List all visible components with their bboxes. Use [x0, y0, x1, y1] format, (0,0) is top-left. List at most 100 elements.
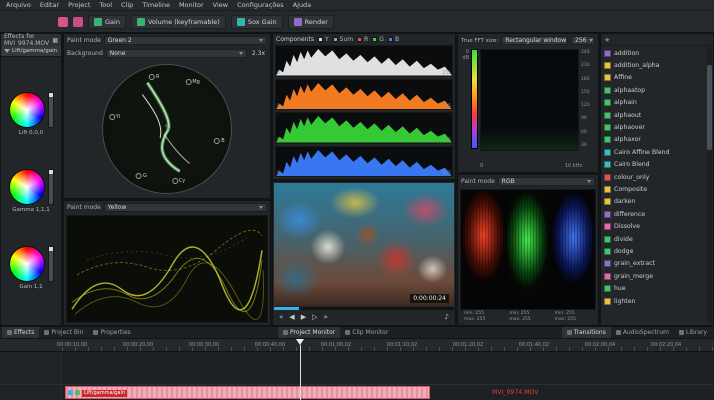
dock-tab[interactable]: Transitions [562, 327, 611, 338]
transition-item[interactable]: Cairo Affine Blend [601, 146, 713, 158]
fft-window-select[interactable]: Rectangular window [501, 36, 568, 45]
menu-item[interactable]: Monitor [179, 1, 204, 9]
parade-channel-minmax: min: 255 max: 255 [460, 311, 505, 323]
toolbar-button[interactable]: Sox Gain [231, 15, 283, 29]
paint-mode-select[interactable]: Green 2 [104, 36, 267, 45]
fft-size-select[interactable]: 256 [571, 36, 595, 45]
monitor-tabs: Project Monitor Clip Monitor [278, 327, 393, 338]
transition-label: alphaxor [614, 136, 641, 143]
transport-button[interactable]: ◀ [289, 314, 294, 321]
dock-tab[interactable]: Effects [2, 327, 39, 338]
color-wheel[interactable] [9, 246, 45, 282]
waveform-paint-mode-select[interactable]: Yellow [104, 203, 267, 212]
histogram-max-label: 255 [442, 71, 451, 76]
transition-label: Dissolve [614, 223, 640, 230]
toolbar-button-label: Render [305, 18, 328, 26]
transition-item[interactable]: alphain [601, 97, 713, 109]
monitor-tab-icon [345, 330, 350, 335]
menu-item[interactable]: Configurações [237, 1, 284, 9]
parade-paint-mode-select[interactable]: RGB [498, 177, 595, 186]
transition-item[interactable]: alphaatop [601, 84, 713, 96]
color-wheel[interactable] [9, 92, 45, 128]
transition-item[interactable]: Affine [601, 72, 713, 84]
transition-icon [604, 236, 611, 243]
timeline-ruler[interactable]: 00:00:10,0000:00:20,0000:00:30,0000:00:4… [0, 339, 714, 352]
playhead-line [300, 345, 301, 400]
playhead[interactable] [296, 339, 304, 400]
transition-item[interactable]: divide [601, 233, 713, 245]
toolbar-button[interactable]: Render [288, 15, 334, 29]
transition-label: hue [614, 285, 626, 292]
transition-label: alphaout [614, 112, 641, 119]
favorites-icon[interactable]: ★ [604, 36, 610, 44]
effect-title-bar[interactable]: Lift/gamma/gain [1, 46, 61, 57]
menu-item[interactable]: Editar [40, 1, 59, 9]
transition-item[interactable]: addition_alpha [601, 59, 713, 71]
menu-item[interactable]: Arquivo [6, 1, 31, 9]
menu-item[interactable]: Tool [99, 1, 112, 9]
transition-item[interactable]: Dissolve [601, 220, 713, 232]
channel-toggle[interactable]: Y [318, 36, 329, 43]
timeline-clip[interactable]: Lift/gamma/gain [65, 386, 430, 399]
dock-tab-label: Project Bin [51, 329, 83, 336]
transport-button[interactable]: ▷ [312, 314, 317, 321]
transition-icon [604, 136, 611, 143]
transition-item[interactable]: grain_merge [601, 270, 713, 282]
channel-toggle[interactable]: B [388, 36, 399, 43]
toolbar-button[interactable]: Gain [88, 15, 126, 29]
menu-item[interactable]: Timeline [142, 1, 170, 9]
channel-toggle[interactable]: Sum [333, 36, 353, 43]
transition-item[interactable]: Composite [601, 183, 713, 195]
parade-red-channel [461, 190, 506, 309]
channel-toggle[interactable]: R [357, 36, 368, 43]
scrollbar[interactable] [707, 47, 712, 323]
dock-tab-icon [616, 330, 621, 335]
transition-item[interactable]: alphaout [601, 109, 713, 121]
dock-tab[interactable]: AudioSpectrum [611, 327, 674, 338]
transition-item[interactable]: dodge [601, 245, 713, 257]
channel-toggle[interactable]: G [372, 36, 384, 43]
transition-item[interactable]: colour_only [601, 171, 713, 183]
histogram-row: 0 255 [275, 146, 453, 178]
transition-item[interactable]: alphaover [601, 121, 713, 133]
scrollbar-thumb[interactable] [707, 65, 712, 150]
histogram-max-label: 255 [442, 171, 451, 176]
monitor-tab[interactable]: Project Monitor [278, 327, 340, 338]
effect-shortcut-icon[interactable] [73, 17, 83, 27]
wheel-value-slider[interactable] [48, 246, 54, 282]
monitor-tab[interactable]: Clip Monitor [340, 327, 393, 338]
transition-label: grain_extract [614, 260, 655, 267]
effect-shortcut-icon[interactable] [58, 17, 68, 27]
transport-button[interactable]: ▶ [301, 314, 306, 321]
parade-max-label: max: 255 [464, 317, 505, 323]
wheel-value-slider[interactable] [48, 92, 54, 128]
transition-item[interactable]: addition [601, 47, 713, 59]
background-select[interactable]: None [106, 49, 247, 58]
transition-label: colour_only [614, 174, 649, 181]
menu-item[interactable]: View [213, 1, 228, 9]
color-wheel[interactable] [9, 169, 45, 205]
volume-icon[interactable]: ♪ [445, 314, 449, 321]
transition-item[interactable]: hue [601, 282, 713, 294]
transition-icon [604, 74, 611, 81]
transition-item[interactable]: Cairo Blend [601, 159, 713, 171]
transition-item[interactable]: darken [601, 196, 713, 208]
wheel-value-slider[interactable] [48, 169, 54, 205]
marker-label: B [221, 138, 224, 144]
transport-button[interactable]: « [279, 314, 283, 321]
toolbar-button[interactable]: Volume (keyframable) [131, 15, 226, 29]
spectrum-axis-label: 180 [581, 77, 596, 82]
transport-button[interactable]: » [323, 314, 327, 321]
transition-item[interactable]: lighten [601, 295, 713, 307]
menu-item[interactable]: Clip [121, 1, 133, 9]
transition-item[interactable]: grain_extract [601, 258, 713, 270]
transition-item[interactable]: difference [601, 208, 713, 220]
dock-tab[interactable]: Properties [88, 327, 135, 338]
transition-item[interactable]: alphaxor [601, 134, 713, 146]
timeline-tracks[interactable]: Lift/gamma/gain MVI_9974.MOV [0, 352, 714, 400]
menu-item[interactable]: Project [68, 1, 90, 9]
menu-item[interactable]: Ajuda [293, 1, 311, 9]
dock-tab[interactable]: Project Bin [39, 327, 88, 338]
panel-grid-icon[interactable]: ▦ [52, 37, 58, 44]
dock-tab[interactable]: Library [674, 327, 712, 338]
